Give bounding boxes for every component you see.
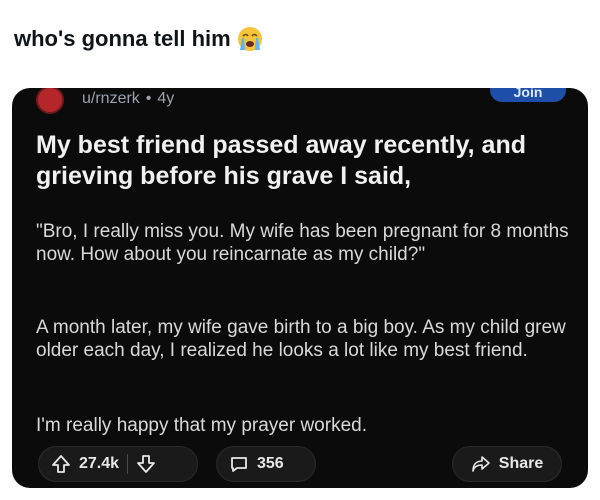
- vote-divider: [127, 454, 129, 474]
- share-icon: [471, 454, 491, 474]
- join-button[interactable]: Join: [490, 88, 566, 102]
- tweet-text-row: who's gonna tell him: [14, 26, 263, 52]
- post-paragraph-3: I'm really happy that my prayer worked.: [36, 415, 367, 436]
- post-paragraph-1: "Bro, I really miss you. My wife has bee…: [36, 221, 569, 265]
- upvote-icon[interactable]: [51, 454, 71, 474]
- reddit-post-card[interactable]: u/rnzerk • 4y Join My best friend passed…: [12, 88, 588, 488]
- comment-icon: [229, 454, 249, 474]
- avatar[interactable]: [36, 88, 64, 114]
- post-title: My best friend passed away recently, and…: [36, 131, 526, 190]
- vote-control: 27.4k: [38, 446, 198, 482]
- upvote-count: 27.4k: [79, 455, 120, 472]
- post-actions: 27.4k 356 Share: [36, 446, 564, 486]
- share-label: Share: [498, 455, 544, 472]
- comments-button[interactable]: 356: [216, 446, 316, 482]
- post-meta: u/rnzerk • 4y: [82, 90, 174, 108]
- post-header: u/rnzerk • 4y Join: [12, 88, 588, 114]
- author-link[interactable]: u/rnzerk: [82, 90, 140, 108]
- downvote-icon[interactable]: [136, 454, 156, 474]
- post-paragraph-2: A month later, my wife gave birth to a b…: [36, 317, 566, 361]
- meta-separator: •: [145, 90, 152, 107]
- crying-face-icon: [237, 26, 263, 52]
- comment-count: 356: [257, 455, 284, 472]
- tweet-text: who's gonna tell him: [14, 26, 231, 51]
- post-age: 4y: [157, 90, 175, 107]
- share-button[interactable]: Share: [452, 446, 562, 482]
